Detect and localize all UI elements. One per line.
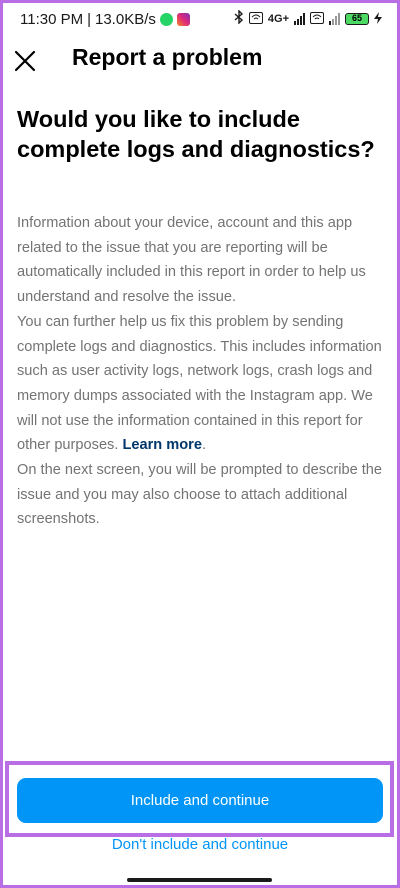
status-left: 11:30 PM | 13.0KB/s (20, 11, 190, 28)
instagram-icon (176, 12, 190, 26)
header: Report a problem (0, 38, 400, 78)
include-and-continue-button[interactable]: Include and continue (17, 778, 383, 823)
battery-icon: 65 (345, 13, 369, 25)
headline: Would you like to include complete logs … (17, 106, 375, 162)
dont-include-and-continue-link[interactable]: Don't include and continue (0, 836, 400, 853)
network-type: 4G+ (267, 13, 289, 25)
vowifi-icon (310, 11, 324, 28)
whatsapp-icon (159, 12, 173, 26)
paragraph-logs-text: You can further help us fix this problem… (17, 313, 382, 454)
bluetooth-icon (234, 9, 244, 28)
status-separator: | (87, 10, 91, 28)
signal-icon (294, 13, 305, 25)
page-title: Report a problem (72, 44, 263, 70)
close-button[interactable] (12, 48, 38, 74)
paragraph-logs-info: You can further help us fix this problem… (17, 310, 387, 458)
status-bar: 11:30 PM | 13.0KB/s 4G+ 65 (0, 0, 400, 38)
period: . (201, 437, 207, 454)
paragraph-next-screen: On the next screen, you will be prompted… (17, 462, 383, 528)
home-indicator[interactable] (127, 878, 272, 882)
close-icon (14, 50, 36, 72)
charging-icon (374, 11, 382, 28)
signal-icon (329, 13, 340, 25)
paragraph-device-info: Information about your device, account a… (17, 215, 366, 306)
learn-more-link[interactable]: Learn more (122, 437, 201, 453)
vowifi-icon (248, 11, 263, 28)
battery-level: 65 (351, 13, 362, 23)
status-right: 4G+ 65 (234, 9, 382, 28)
body-text: Information about your device, account a… (17, 211, 387, 532)
network-speed: 13.0KB/s (95, 10, 156, 28)
status-time: 11:30 PM (20, 10, 84, 28)
